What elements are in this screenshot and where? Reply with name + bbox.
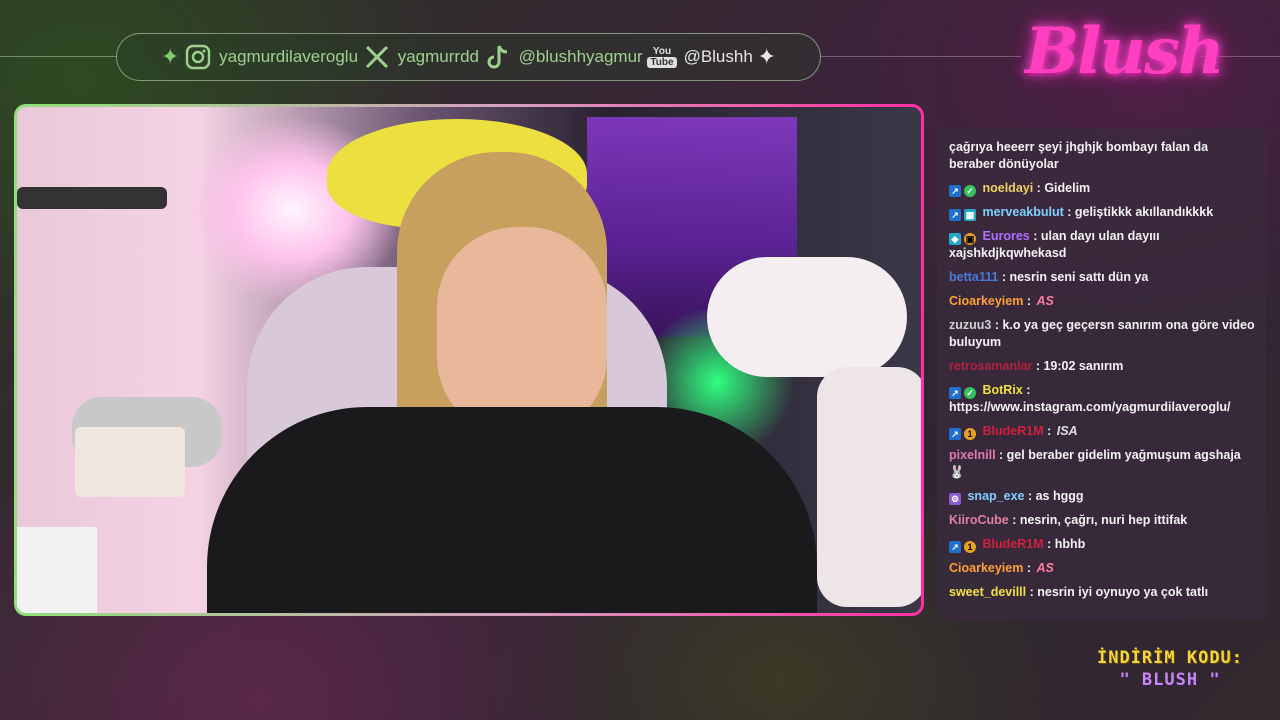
social-x: yagmurrdd bbox=[363, 43, 479, 71]
instagram-icon bbox=[184, 43, 212, 71]
chat-text: geliştikkk akıllandıkkkk bbox=[1074, 205, 1214, 219]
tiktok-icon bbox=[484, 43, 512, 71]
chat-message: ⚙ snap_exe : as hggg bbox=[949, 489, 1084, 505]
sub-badge-icon: ▦ bbox=[964, 209, 976, 221]
mic-arm bbox=[17, 187, 167, 209]
chat-username[interactable]: pixelnill bbox=[949, 448, 996, 462]
prime-badge-icon: ↗ bbox=[949, 428, 961, 440]
unicorn-plush bbox=[707, 257, 907, 377]
chat-message: betta111 : nesrin seni sattı dün ya bbox=[949, 270, 1149, 284]
mug bbox=[75, 427, 185, 497]
chat-message: pixelnill : gel beraber gidelim yağmuşum… bbox=[949, 448, 1241, 479]
promo-code-value: " BLUSH " bbox=[1119, 670, 1221, 690]
youtube-icon-top: You bbox=[652, 46, 672, 57]
chat-message: KiiroCube : nesrin, çağrı, nuri hep itti… bbox=[949, 513, 1188, 527]
chat-text: hbhb bbox=[1054, 537, 1086, 551]
chat-emote: AS bbox=[1036, 561, 1054, 575]
chat-panel: çağrıya heeerr şeyi jhghjk bombayı falan… bbox=[937, 128, 1267, 620]
chat-message: sweet_devilll : nesrin iyi oynuyo ya çok… bbox=[949, 585, 1209, 599]
chat-message: ↗ ✓ noeldayi : Gidelim bbox=[949, 180, 1257, 197]
chat-username[interactable]: Eurores bbox=[982, 229, 1029, 243]
cube-badge-icon: ◆ bbox=[949, 233, 961, 245]
chat-username[interactable]: noeldayi bbox=[982, 181, 1033, 195]
streamer-shirt bbox=[207, 407, 817, 613]
blanket bbox=[817, 367, 921, 607]
prime-badge-icon: ↗ bbox=[949, 185, 961, 197]
chat-username[interactable]: retrosamanlar bbox=[949, 359, 1032, 373]
x-handle: yagmurrdd bbox=[397, 47, 479, 66]
chat-message: ↗ ✓ BotRix : https://www.instagram.com/ya… bbox=[949, 383, 1231, 414]
side-table bbox=[17, 527, 97, 613]
youtube-icon: You Tube bbox=[647, 46, 677, 68]
chat-message: çağrıya heeerr şeyi jhghjk bombayı falan… bbox=[949, 139, 1257, 173]
streamer-face bbox=[437, 227, 607, 437]
x-twitter-icon bbox=[363, 43, 391, 71]
chat-username[interactable]: Cioarkeyiem bbox=[949, 561, 1023, 575]
divider-line-left bbox=[0, 56, 116, 57]
chat-username[interactable]: BludeR1M bbox=[982, 424, 1043, 438]
bot-badge-icon: ⚙ bbox=[949, 493, 961, 505]
chat-username[interactable]: BludeR1M bbox=[982, 537, 1043, 551]
prime-badge-icon: ↗ bbox=[949, 541, 961, 553]
sparkle-icon: ✦ bbox=[757, 44, 776, 69]
chat-text: nesrin iyi oynuyo ya çok tatlı bbox=[1037, 585, 1209, 599]
divider-line-mid bbox=[821, 56, 1021, 57]
chat-username[interactable]: sweet_devilll bbox=[949, 585, 1026, 599]
youtube-icon-bottom: Tube bbox=[647, 57, 677, 68]
chat-text: çağrıya heeerr şeyi jhghjk bombayı falan… bbox=[949, 140, 1209, 171]
chat-message: zuzuu3 : k.o ya geç geçersn sanırım ona … bbox=[949, 318, 1255, 349]
chat-text: gel beraber gidelim yağmuşum agshaja bbox=[1006, 448, 1241, 462]
chat-text: 19:02 sanırım bbox=[1043, 359, 1124, 373]
webcam-video bbox=[17, 107, 921, 613]
chat-message: ↗ ▦ merveakbulut : geliştikkk akıllandıkk… bbox=[949, 204, 1257, 221]
chat-emote: AS bbox=[1036, 294, 1054, 308]
sparkle-icon: ✦ bbox=[161, 44, 180, 69]
social-youtube: You Tube @Blushh bbox=[647, 46, 753, 68]
webcam-frame bbox=[14, 104, 924, 616]
chat-text: Gidelim bbox=[1044, 181, 1091, 195]
tiktok-handle: @blushhyagmur bbox=[518, 47, 643, 66]
chat-message: ↗ 1 BludeR1M : hbhb bbox=[949, 536, 1257, 553]
chat-text: as hggg bbox=[1035, 489, 1084, 503]
chat-username[interactable]: merveakbulut bbox=[982, 205, 1063, 219]
chat-username[interactable]: snap_exe bbox=[967, 489, 1024, 503]
gift-badge-icon: ▣ bbox=[964, 233, 976, 245]
chat-username[interactable]: betta111 bbox=[949, 270, 998, 284]
chat-username[interactable]: zuzuu3 bbox=[949, 318, 991, 332]
social-instagram: yagmurdilaveroglu bbox=[184, 43, 358, 71]
instagram-handle: yagmurdilaveroglu bbox=[219, 47, 359, 66]
prime-badge-icon: ↗ bbox=[949, 387, 961, 399]
chat-username[interactable]: Cioarkeyiem bbox=[949, 294, 1023, 308]
chat-emote: ISA bbox=[1056, 424, 1078, 438]
chat-message: ◆ ▣ Eurores : ulan dayı ulan dayııı xajsh… bbox=[949, 229, 1160, 260]
verified-badge-icon: ✓ bbox=[964, 185, 976, 197]
chat-message: ↗ 1 BludeR1M : ISA bbox=[949, 423, 1257, 440]
chat-text: nesrin seni sattı dün ya bbox=[1009, 270, 1149, 284]
chat-link[interactable]: https://www.instagram.com/yagmurdilavero… bbox=[949, 400, 1231, 414]
chat-message: retrosamanlar : 19:02 sanırım bbox=[949, 359, 1124, 373]
promo-code: İNDİRİM KODU: " BLUSH " bbox=[1090, 648, 1250, 690]
youtube-handle: @Blushh bbox=[683, 47, 753, 66]
chat-message: Cioarkeyiem : AS bbox=[949, 294, 1054, 308]
verified-badge-icon: ✓ bbox=[964, 387, 976, 399]
chat-username[interactable]: BotRix bbox=[982, 383, 1022, 397]
prime-badge-icon: ↗ bbox=[949, 209, 961, 221]
gift-badge-icon: 1 bbox=[964, 428, 976, 440]
gift-badge-icon: 1 bbox=[964, 541, 976, 553]
brand-logo: Blush bbox=[1025, 14, 1225, 89]
chat-text: k.o ya geç geçersn sanırım ona göre vide… bbox=[949, 318, 1255, 349]
social-tiktok: @blushhyagmur bbox=[484, 43, 643, 71]
social-bar: ✦ yagmurdilaveroglu yagmurrdd @blushhyag… bbox=[116, 33, 821, 81]
promo-label: İNDİRİM KODU: bbox=[1096, 648, 1244, 668]
chat-message: Cioarkeyiem : AS bbox=[949, 561, 1054, 575]
emote-icon: 🐰 bbox=[949, 465, 965, 479]
chat-username[interactable]: KiiroCube bbox=[949, 513, 1009, 527]
chat-text: nesrin, çağrı, nuri hep ittifak bbox=[1019, 513, 1188, 527]
chat-text: ulan dayı ulan dayııı xajshkdjkqwhekasd bbox=[949, 229, 1160, 260]
